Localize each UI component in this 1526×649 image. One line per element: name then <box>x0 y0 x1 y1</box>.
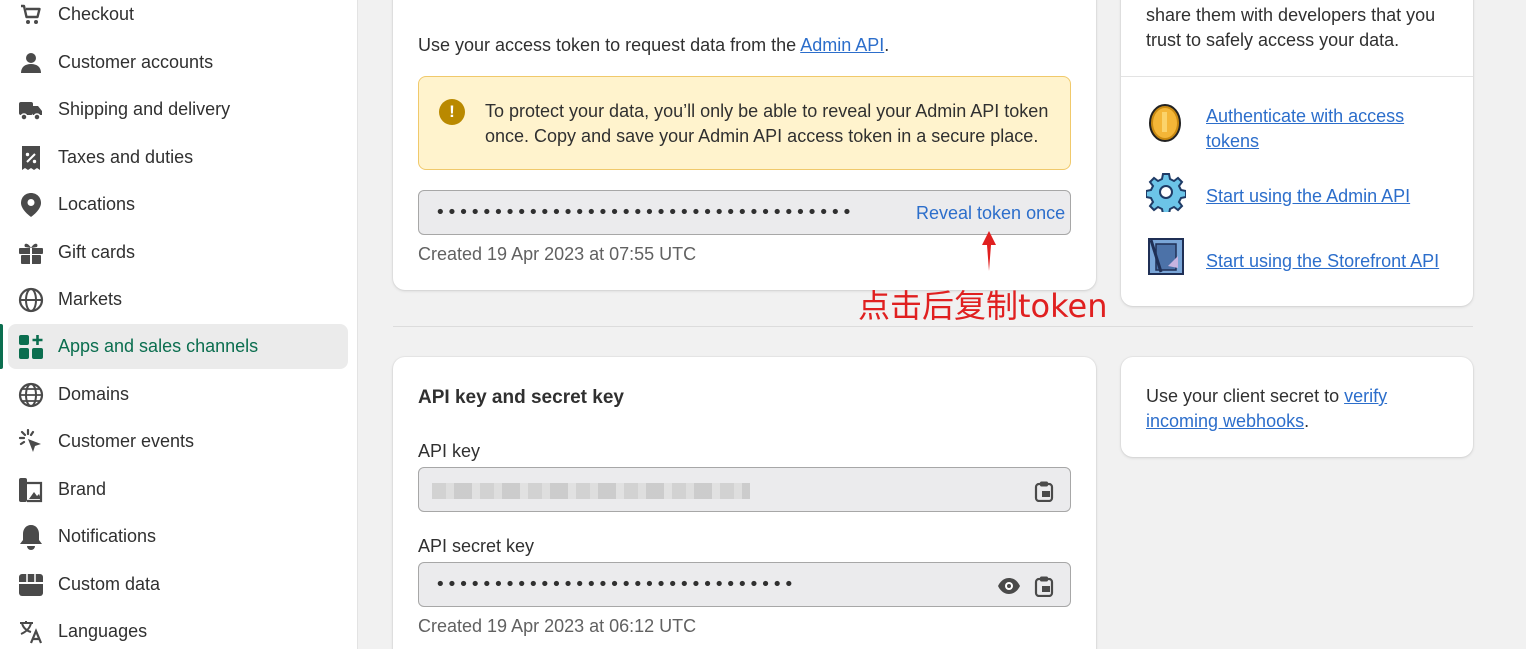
redacted-api-key <box>432 483 750 499</box>
sidebar-item-label: Shipping and delivery <box>58 99 231 119</box>
sidebar-item-customer-accounts[interactable]: Customer accounts <box>8 40 348 85</box>
brand-image-icon <box>18 477 44 503</box>
tax-receipt-icon <box>18 145 44 171</box>
intro-suffix: . <box>884 35 890 55</box>
warning-icon: ! <box>439 99 465 125</box>
authenticate-link-line2[interactable]: tokens <box>1206 131 1259 152</box>
storefront-api-resource-link[interactable]: Start using the Storefront API <box>1206 251 1439 272</box>
sidebar-item-label: Brand <box>58 479 107 499</box>
sidebar-item-notifications[interactable]: Notifications <box>8 514 348 559</box>
access-token-field[interactable]: •••••••••••••••••••••••••••••••••••• Rev… <box>418 190 1071 235</box>
webhooks-text-line1: Use your client secret to verify <box>1146 386 1387 407</box>
sidebar-item-label: Customer accounts <box>58 52 214 72</box>
sidebar-item-brand[interactable]: Brand <box>8 467 348 512</box>
masked-token: •••••••••••••••••••••••••••••••••••• <box>435 202 854 223</box>
cursor-click-icon <box>18 428 44 455</box>
gear-icon <box>1146 173 1186 212</box>
reveal-token-button[interactable]: Reveal token once <box>916 203 1065 224</box>
api-secret-label: API secret key <box>418 536 535 556</box>
truck-icon <box>18 97 44 123</box>
apps-icon <box>18 334 44 360</box>
location-pin-icon <box>18 192 44 218</box>
warning-message: To protect your data, you’ll only be abl… <box>485 101 1049 146</box>
sidebar-item-markets[interactable]: Markets <box>8 277 348 322</box>
access-token-intro: Use your access token to request data fr… <box>418 35 889 56</box>
masked-secret: ••••••••••••••••••••••••••••••• <box>435 574 796 595</box>
verify-link[interactable]: verify <box>1344 386 1387 406</box>
secret-created-date: Created 19 Apr 2023 at 06:12 UTC <box>418 616 697 636</box>
eye-icon[interactable] <box>997 575 1021 597</box>
sidebar-item-taxes[interactable]: Taxes and duties <box>8 135 348 180</box>
admin-api-resource-link[interactable]: Start using the Admin API <box>1206 186 1410 207</box>
warning-banner: ! To protect your data, you’ll only be a… <box>418 76 1071 170</box>
sidebar-item-label: Custom data <box>58 574 161 594</box>
copy-icon[interactable] <box>1033 480 1055 502</box>
sidebar-item-languages[interactable]: Languages <box>8 609 348 649</box>
incoming-webhooks-link[interactable]: incoming webhooks <box>1146 411 1304 431</box>
person-icon <box>18 50 44 76</box>
sidebar-item-label: Customer events <box>58 431 195 451</box>
sidebar-item-label: Gift cards <box>58 242 136 262</box>
sidebar-item-label: Checkout <box>58 4 135 24</box>
annotation-arrow-up <box>982 231 996 271</box>
resources-text-line2: trust to safely access your data. <box>1146 30 1400 50</box>
api-keys-title: API key and secret key <box>418 387 624 408</box>
webhooks-card <box>1121 357 1473 457</box>
cart-icon <box>18 2 44 28</box>
intro-text: Use your access token to request data fr… <box>418 35 801 55</box>
webhooks-text-line2: incoming webhooks. <box>1146 411 1309 432</box>
section-divider <box>393 326 1473 327</box>
sidebar-item-label: Domains <box>58 384 130 404</box>
annotation-text: 点击后复制token <box>858 287 1108 325</box>
active-indicator <box>0 324 3 369</box>
sidebar-item-label: Markets <box>58 289 123 309</box>
sidebar-item-apps-and-sales-channels[interactable]: Apps and sales channels <box>8 324 348 369</box>
admin-api-link[interactable]: Admin API <box>800 35 884 55</box>
coin-icon <box>1149 104 1181 142</box>
sidebar-item-label: Locations <box>58 194 136 214</box>
webhooks-prefix: Use your client secret to <box>1146 386 1345 406</box>
globe-icon <box>18 382 44 408</box>
sidebar-item-checkout[interactable]: Checkout <box>8 0 348 37</box>
sidebar-item-custom-data[interactable]: Custom data <box>8 562 348 607</box>
api-secret-field[interactable]: ••••••••••••••••••••••••••••••• <box>418 562 1071 607</box>
webhooks-suffix: . <box>1304 411 1310 431</box>
translate-icon <box>18 619 44 645</box>
resources-text-line1: share them with developers that you <box>1146 5 1436 25</box>
copy-icon[interactable] <box>1033 575 1055 597</box>
token-created-date: Created 19 Apr 2023 at 07:55 UTC <box>418 244 697 264</box>
storefront-icon <box>1148 238 1184 275</box>
sidebar-item-label: Notifications <box>58 526 157 546</box>
sidebar-item-label: Apps and sales channels <box>58 336 259 356</box>
sidebar-item-label: Taxes and duties <box>58 147 194 167</box>
bell-icon <box>18 524 44 550</box>
sidebar-item-label: Languages <box>58 621 148 641</box>
settings-sidebar: Checkout Customer accounts Shipping and … <box>0 0 358 649</box>
authenticate-link-line1[interactable]: Authenticate with access <box>1206 106 1404 127</box>
sidebar-item-gift-cards[interactable]: Gift cards <box>8 230 348 275</box>
globe-markets-icon <box>18 287 44 313</box>
database-icon <box>18 572 44 598</box>
sidebar-item-customer-events[interactable]: Customer events <box>8 419 348 464</box>
sidebar-item-domains[interactable]: Domains <box>8 372 348 417</box>
resources-divider <box>1121 76 1473 77</box>
api-key-label: API key <box>418 441 481 461</box>
gift-icon <box>18 240 44 266</box>
sidebar-item-shipping[interactable]: Shipping and delivery <box>8 87 348 132</box>
sidebar-item-locations[interactable]: Locations <box>8 182 348 227</box>
